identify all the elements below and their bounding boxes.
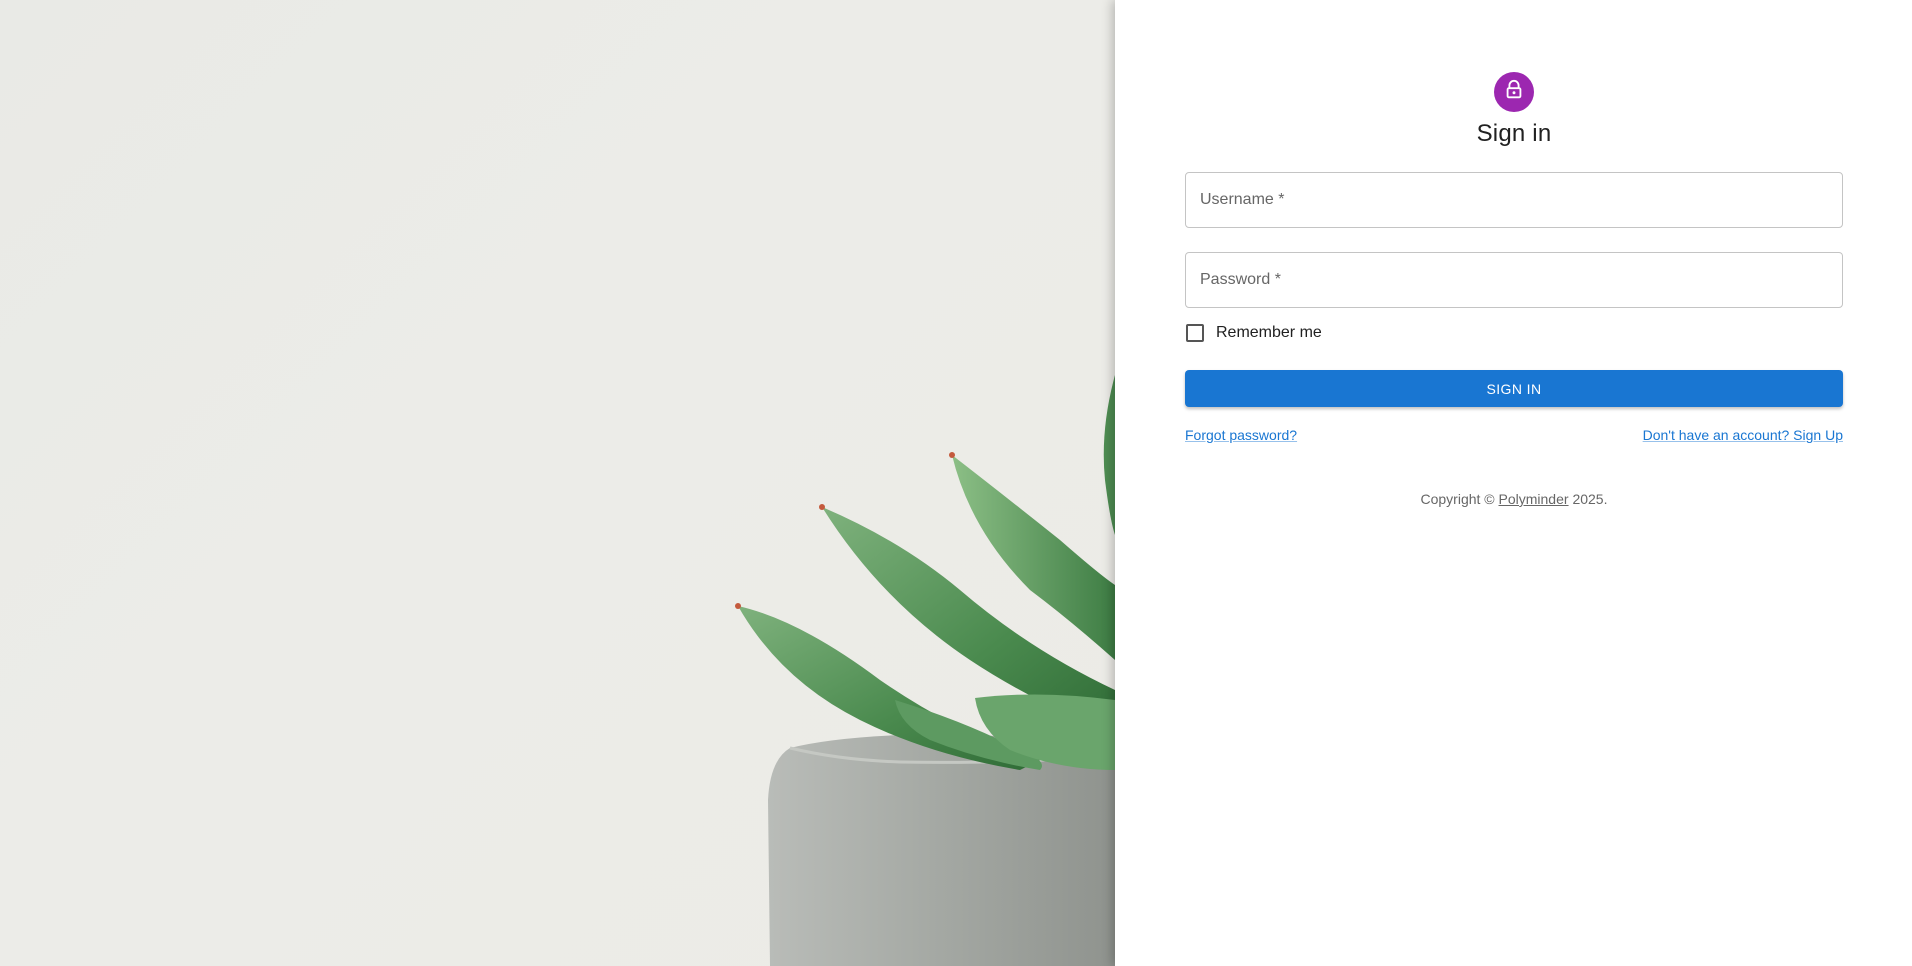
- signin-panel: Sign in Username * Password * Remember m…: [1115, 0, 1912, 966]
- remember-me-label[interactable]: Remember me: [1216, 324, 1322, 342]
- username-input[interactable]: [1186, 173, 1842, 227]
- remember-me-checkbox[interactable]: [1186, 324, 1204, 342]
- signin-form: Sign in Username * Password * Remember m…: [1185, 72, 1843, 507]
- copyright-prefix: Copyright ©: [1420, 491, 1495, 507]
- username-field[interactable]: Username *: [1185, 172, 1843, 228]
- lock-icon: [1503, 79, 1525, 106]
- lock-avatar: [1494, 72, 1534, 112]
- sign-in-button[interactable]: SIGN IN: [1185, 370, 1843, 407]
- remember-me-row[interactable]: Remember me: [1185, 324, 1843, 342]
- password-input[interactable]: [1186, 253, 1842, 307]
- page-title: Sign in: [1476, 120, 1552, 147]
- auth-links: Forgot password? Don't have an account? …: [1185, 427, 1843, 443]
- brand-link[interactable]: Polyminder: [1499, 491, 1569, 507]
- succulent-illustration: [735, 375, 1115, 966]
- forgot-password-link[interactable]: Forgot password?: [1185, 427, 1297, 443]
- login-page: Sign in Username * Password * Remember m…: [0, 0, 1912, 966]
- sign-up-link[interactable]: Don't have an account? Sign Up: [1643, 427, 1843, 443]
- password-field[interactable]: Password *: [1185, 252, 1843, 308]
- copyright-text: Copyright © Polyminder 2025.: [1421, 491, 1608, 507]
- copyright-suffix: 2025.: [1572, 491, 1608, 507]
- hero-image: [0, 0, 1115, 966]
